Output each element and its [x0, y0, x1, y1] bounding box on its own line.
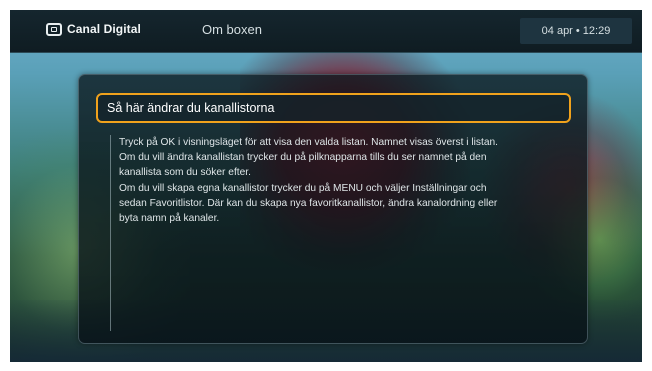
top-bar: Canal Digital Om boxen 04 apr • 12:29	[10, 10, 642, 53]
date-time: 04 apr • 12:29	[520, 18, 632, 44]
dialog-heading: Så här ändrar du kanallistorna	[107, 101, 275, 115]
tv-icon	[46, 22, 62, 36]
page-title: Om boxen	[202, 22, 262, 37]
body-line: Tryck på OK i visningsläget för att visa…	[119, 137, 498, 148]
body-line: byta namn på kanaler.	[119, 213, 220, 225]
info-dialog: Så här ändrar du kanallistorna Tryck på …	[78, 74, 588, 344]
dialog-heading-item[interactable]: Så här ändrar du kanallistorna	[96, 93, 571, 123]
dialog-body: Tryck på OK i visningsläget för att visa…	[119, 135, 575, 226]
body-line: sedan Favoritlistor. Där kan du skapa ny…	[119, 197, 498, 209]
body-line: Om du vill skapa egna kanallistor trycke…	[119, 182, 487, 194]
brand-name: Canal Digital	[67, 22, 141, 36]
body-line: Om du vill ändra kanallistan trycker du …	[119, 152, 487, 164]
tv-screen: Canal Digital Om boxen 04 apr • 12:29 Så…	[10, 10, 642, 362]
brand-logo: Canal Digital	[46, 22, 141, 36]
body-line: kanallista som du söker efter.	[119, 167, 251, 179]
scroll-track[interactable]	[110, 135, 111, 331]
